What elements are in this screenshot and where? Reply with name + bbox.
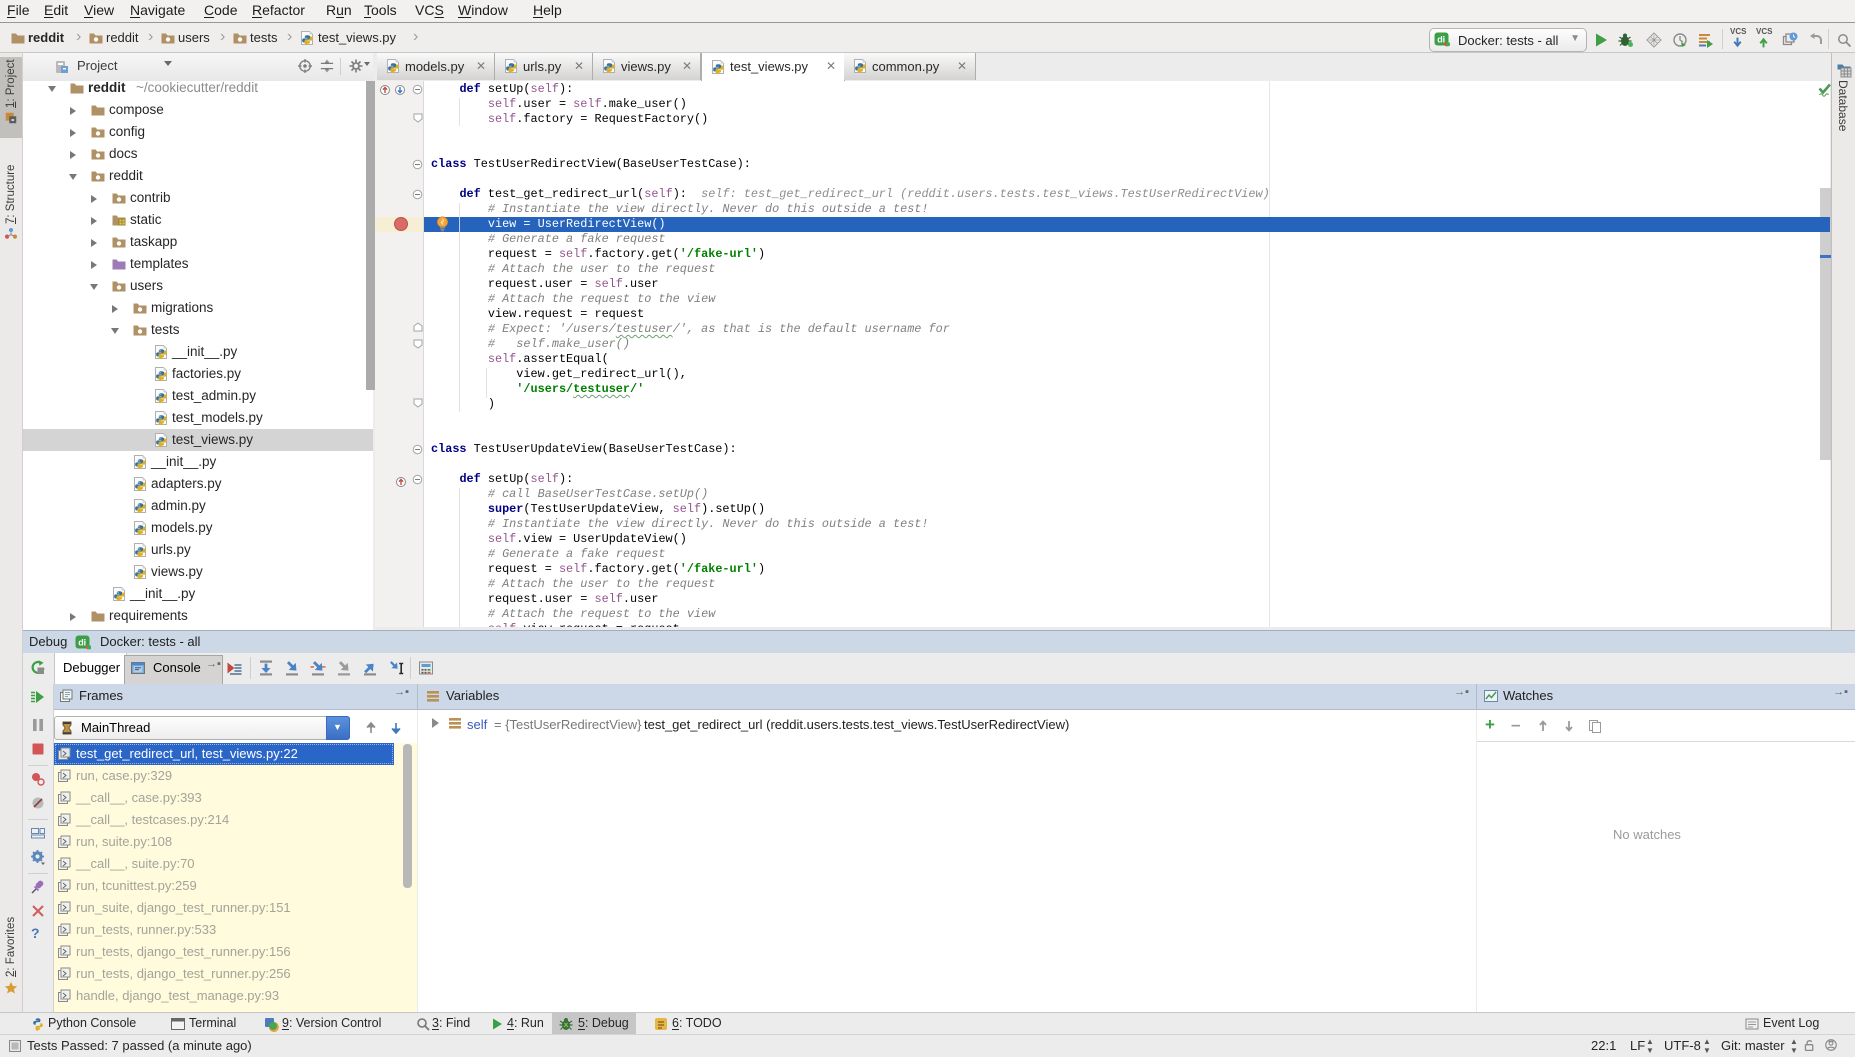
svg-text:di: di (1437, 35, 1445, 45)
svg-text:di: di (78, 638, 86, 648)
